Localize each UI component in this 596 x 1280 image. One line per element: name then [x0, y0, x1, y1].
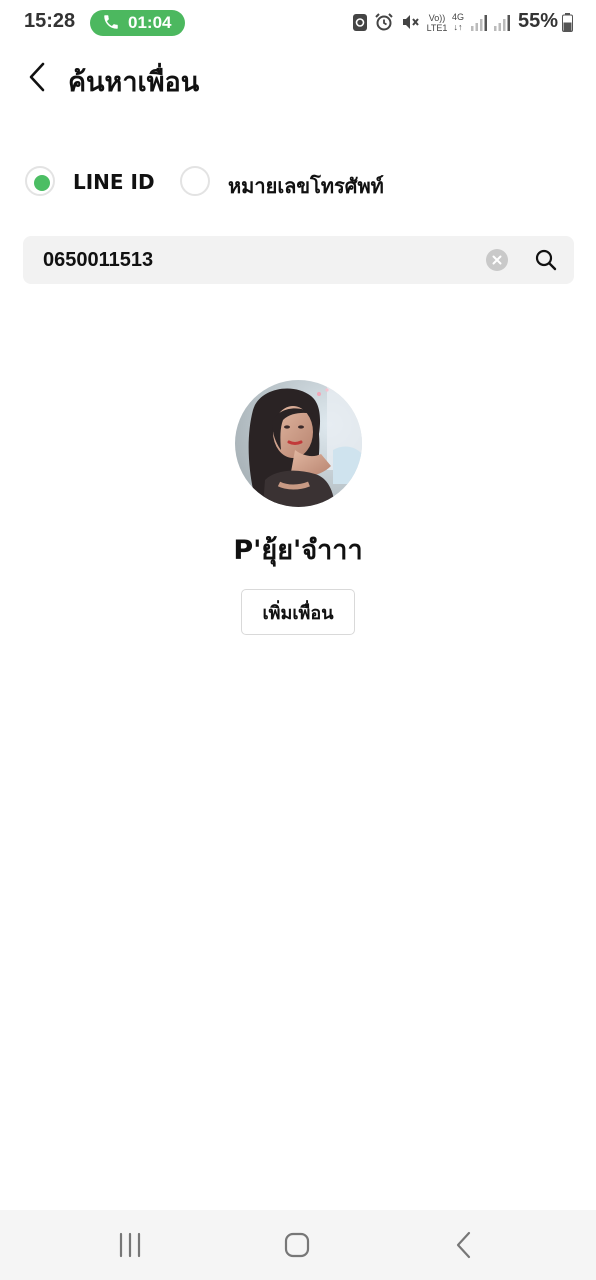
call-indicator[interactable]: 01:04	[90, 10, 185, 36]
mute-icon	[403, 15, 419, 29]
page-title: ค้นหาเพื่อน	[68, 67, 200, 98]
radio-label-line-id: LINE ID	[73, 170, 155, 194]
battery-percent: 55%	[518, 10, 559, 32]
avatar[interactable]	[235, 380, 362, 507]
search-input[interactable]	[43, 236, 483, 284]
status-bar: 15:28 01:04 Vo)) LTE1 4G ↓↑ 55%	[0, 0, 596, 46]
signal-icon	[471, 15, 487, 31]
sync-icon	[353, 14, 367, 31]
search-bar	[23, 236, 574, 284]
battery-icon	[562, 13, 573, 32]
back-button[interactable]	[26, 60, 54, 94]
radio-selected-dot	[34, 175, 50, 191]
call-duration: 01:04	[128, 13, 172, 32]
radio-button[interactable]	[25, 166, 55, 196]
status-time: 15:28	[24, 10, 76, 32]
radio-label-phone-number: หมายเลขโทรศัพท์	[228, 174, 384, 198]
home-icon[interactable]	[277, 1228, 317, 1262]
result-name: P'ยุ้ย'จำาา	[233, 535, 363, 566]
signal-icon	[494, 15, 510, 31]
phone-icon	[104, 15, 118, 29]
radio-button[interactable]	[180, 166, 210, 196]
clear-button[interactable]	[486, 249, 508, 271]
navigation-bar	[0, 1210, 596, 1280]
radio-line-id[interactable]: LINE ID	[25, 166, 175, 200]
recent-apps-icon[interactable]	[110, 1228, 150, 1262]
back-icon[interactable]	[444, 1228, 484, 1262]
add-friend-button[interactable]: เพิ่มเพื่อน	[241, 589, 355, 635]
radio-phone-number[interactable]: หมายเลขโทรศัพท์	[180, 166, 420, 200]
alarm-icon	[375, 13, 393, 31]
search-icon[interactable]	[534, 248, 558, 272]
clear-icon	[492, 255, 502, 265]
volte-label: Vo)) LTE1	[426, 13, 448, 33]
network-label: 4G ↓↑	[451, 12, 464, 32]
